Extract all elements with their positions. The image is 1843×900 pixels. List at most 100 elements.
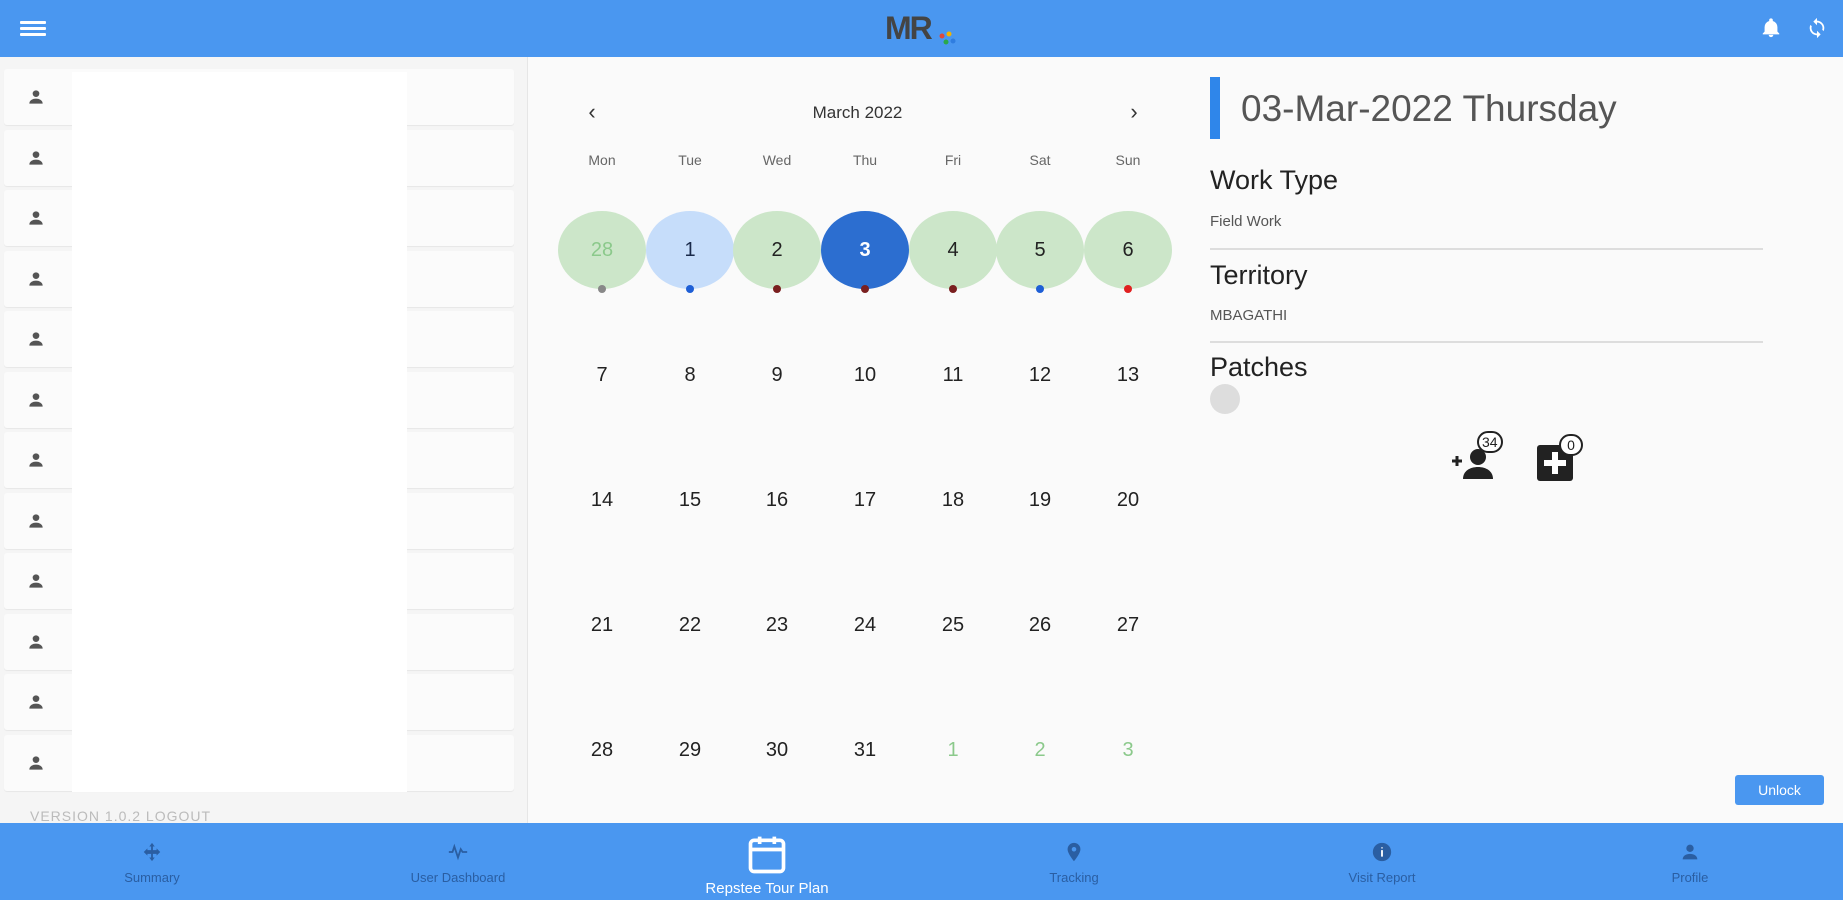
calendar-day[interactable]: 25 (909, 586, 997, 664)
nav-item-summary[interactable]: Summary (52, 823, 252, 900)
calendar-day[interactable]: 31 (821, 711, 909, 789)
info-icon (1371, 841, 1393, 863)
logo-dots-icon (939, 31, 956, 45)
person-icon (4, 614, 68, 670)
bottom-navigation: Summary User Dashboard Repstee Tour Plan Tr… (0, 823, 1843, 900)
unlock-button[interactable]: Unlock (1735, 775, 1824, 805)
day-detail-panel: 03-Mar-2022 Thursday Work Type Field Wor… (1200, 57, 1843, 823)
day-number: 2 (771, 238, 783, 261)
calendar-day[interactable]: 16 (733, 461, 821, 539)
calendar-day[interactable]: 13 (1084, 336, 1172, 414)
calendar-day[interactable]: 28 (558, 211, 646, 293)
calendar-day[interactable]: 14 (558, 461, 646, 539)
location-pin-icon (1063, 841, 1085, 863)
sync-icon[interactable] (1806, 17, 1828, 39)
day-number: 3 (859, 238, 871, 261)
calendar-day[interactable]: 19 (996, 461, 1084, 539)
weekday-header: Sun (1115, 152, 1141, 168)
person-icon (4, 311, 68, 367)
calendar-day[interactable]: 6 (1084, 211, 1172, 293)
day-number: 3 (1122, 738, 1134, 761)
calendar-day[interactable]: 18 (909, 461, 997, 539)
territory-label: Territory (1210, 260, 1308, 290)
calendar-day[interactable]: 17 (821, 461, 909, 539)
calendar-day[interactable]: 9 (733, 336, 821, 414)
day-number: 13 (1116, 363, 1140, 386)
day-number: 30 (765, 738, 789, 761)
day-number: 5 (1034, 238, 1046, 261)
calendar-day[interactable]: 21 (558, 586, 646, 664)
day-number: 8 (684, 363, 696, 386)
calendar-day[interactable]: 15 (646, 461, 734, 539)
summary-icon (141, 841, 163, 863)
calendar-icon (745, 833, 789, 877)
person-icon (4, 432, 68, 488)
nav-item-profile[interactable]: Profile (1590, 823, 1790, 900)
day-number: 17 (853, 488, 877, 511)
calendar-day[interactable]: 29 (646, 711, 734, 789)
calendar-day[interactable]: 3 (1084, 711, 1172, 789)
month-calendar: ‹ March 2022 › Mon Tue Wed Thu Fri Sat Sun 28 1 2… (530, 57, 1185, 823)
calendar-day[interactable]: 26 (996, 586, 1084, 664)
calendar-day[interactable]: 12 (996, 336, 1084, 414)
person-icon (4, 553, 68, 609)
bell-icon[interactable] (1760, 17, 1782, 39)
person-icon (4, 130, 68, 186)
calendar-day[interactable]: 1 (909, 711, 997, 789)
person-icon (4, 735, 68, 791)
calendar-day[interactable]: 5 (996, 211, 1084, 293)
next-month-button[interactable]: › (1119, 97, 1149, 127)
calendar-day[interactable]: 11 (909, 336, 997, 414)
calendar-day[interactable]: 2 (733, 211, 821, 293)
calendar-day[interactable]: 23 (733, 586, 821, 664)
day-number: 2 (1034, 738, 1046, 761)
patches-label: Patches (1210, 352, 1308, 382)
menu-icon[interactable] (20, 18, 46, 40)
nav-item-visit-report[interactable]: Visit Report (1282, 823, 1482, 900)
calendar-day[interactable]: 24 (821, 586, 909, 664)
calendar-day[interactable]: 22 (646, 586, 734, 664)
person-icon (4, 493, 68, 549)
weekday-header: Wed (762, 152, 792, 168)
day-number: 28 (590, 738, 614, 761)
calendar-day[interactable]: 30 (733, 711, 821, 789)
chemist-count-badge: 0 (1559, 434, 1583, 456)
calendar-day[interactable]: 27 (1084, 586, 1172, 664)
work-type-value: Field Work (1210, 213, 1282, 230)
date-accent-bar (1210, 77, 1220, 139)
calendar-day[interactable]: 20 (1084, 461, 1172, 539)
calendar-day[interactable]: 4 (909, 211, 997, 293)
day-number: 21 (590, 613, 614, 636)
day-number: 18 (941, 488, 965, 511)
day-number: 31 (853, 738, 877, 761)
calendar-day[interactable]: 7 (558, 336, 646, 414)
patch-chip[interactable] (1210, 384, 1240, 414)
nav-label: Summary (124, 870, 180, 885)
day-number: 14 (590, 488, 614, 511)
day-number: 4 (947, 238, 959, 261)
day-indicator-dot (949, 285, 957, 293)
doctor-count-badge: 34 (1477, 431, 1503, 453)
nav-item-tracking[interactable]: Tracking (974, 823, 1174, 900)
selected-date-title: 03-Mar-2022 Thursday (1241, 88, 1617, 129)
calendar-day[interactable]: 8 (646, 336, 734, 414)
day-number: 1 (947, 738, 959, 761)
day-number: 28 (590, 238, 614, 261)
weekday-header: Tue (678, 152, 702, 168)
calendar-day[interactable]: 2 (996, 711, 1084, 789)
day-indicator-dot (686, 285, 694, 293)
person-icon (4, 674, 68, 730)
day-number: 9 (771, 363, 783, 386)
calendar-month-title: March 2022 (812, 103, 903, 122)
day-number: 29 (678, 738, 702, 761)
nav-item-user-dashboard[interactable]: User Dashboard (358, 823, 558, 900)
calendar-day[interactable]: 1 (646, 211, 734, 293)
nav-item-repstee-tour-plan[interactable]: Repstee Tour Plan (667, 823, 867, 900)
person-icon (4, 251, 68, 307)
person-icon (1679, 841, 1701, 863)
calendar-day[interactable]: 10 (821, 336, 909, 414)
nav-label: User Dashboard (410, 870, 506, 885)
day-number: 19 (1028, 488, 1052, 511)
calendar-day[interactable]: 28 (558, 711, 646, 789)
calendar-day[interactable]: 3 (821, 211, 909, 293)
